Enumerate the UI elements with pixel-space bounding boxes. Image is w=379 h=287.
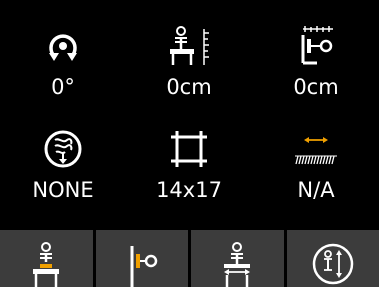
rotation-icon	[49, 34, 77, 61]
bottom-button-bar	[0, 230, 379, 287]
table-center-icon	[224, 242, 251, 287]
table-position-icon	[33, 242, 60, 287]
height-value: 0cm	[166, 75, 212, 99]
xray-status-screen: 0° 0cm 0cm NONE 14x17 N/A	[0, 0, 379, 287]
table-position-button[interactable]	[0, 230, 93, 287]
tube-distance-icon	[301, 26, 333, 65]
grid-lines-icon	[295, 137, 337, 165]
grid-value: NONE	[32, 178, 94, 202]
cassette-size-icon	[171, 131, 207, 167]
cassette-size-value: 14x17	[156, 178, 222, 202]
distance-status: 0cm	[253, 25, 379, 99]
auto-tracking-icon	[312, 243, 353, 285]
grid-line-value: N/A	[297, 178, 335, 202]
wall-stand-button[interactable]	[95, 230, 188, 287]
distance-value: 0cm	[293, 75, 339, 99]
height-position-icon	[170, 26, 209, 65]
grid-status: NONE	[0, 128, 126, 202]
cassette-size-status: 14x17	[126, 128, 252, 202]
grid-line-status: N/A	[253, 128, 379, 202]
anti-scatter-grid-icon	[44, 130, 82, 168]
height-status: 0cm	[126, 25, 252, 99]
rotation-value: 0°	[51, 75, 75, 99]
auto-tracking-button[interactable]	[286, 230, 379, 287]
rotation-status: 0°	[0, 25, 126, 99]
table-center-button[interactable]	[191, 230, 284, 287]
wall-stand-icon	[130, 246, 157, 287]
